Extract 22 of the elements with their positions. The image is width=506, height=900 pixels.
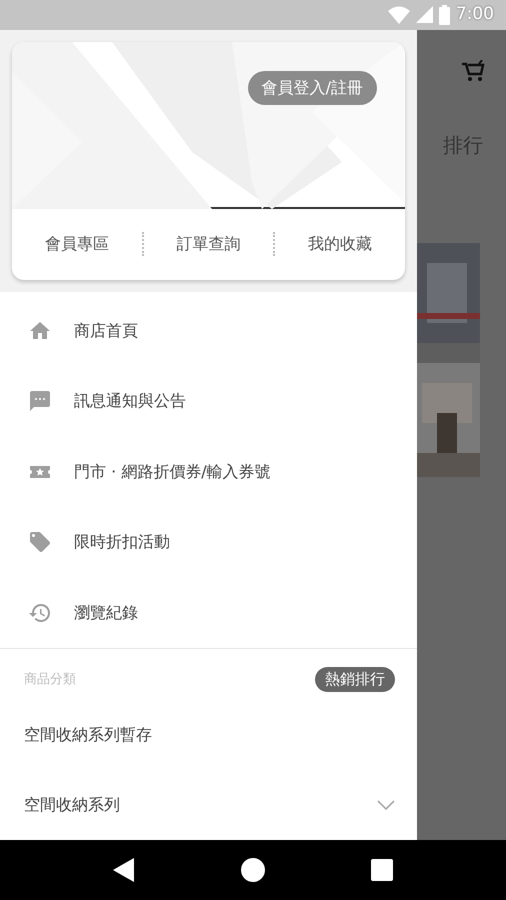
menu-item[interactable]: 訊息通知與公告 (0, 366, 417, 437)
quick-link[interactable]: 訂單查詢 (144, 232, 274, 256)
recents-icon[interactable] (371, 858, 393, 881)
category-item[interactable]: 空間收納系列 (24, 792, 120, 817)
section-header: 商品分類 (24, 670, 76, 689)
quick-link[interactable]: 會員專區 (12, 232, 142, 256)
category-item[interactable]: 空間收納系列暫存 (24, 722, 152, 747)
battery-icon (438, 4, 450, 25)
menu-item[interactable]: 限時折扣活動 (0, 507, 417, 578)
signal-icon (416, 6, 433, 24)
message-icon (28, 389, 52, 414)
menu-item[interactable]: 商店首頁 (0, 296, 417, 366)
quick-link[interactable]: 我的收藏 (275, 232, 405, 256)
menu-item[interactable]: 瀏覽紀錄 (0, 578, 417, 648)
menu-item[interactable]: 門市 · 網路折價券/輸入券號 (0, 436, 417, 508)
home-icon[interactable] (241, 858, 265, 882)
cart-icon[interactable] (461, 60, 485, 82)
clock: 7:00 (456, 3, 494, 26)
tag-icon (28, 530, 52, 554)
back-icon[interactable] (113, 858, 135, 882)
best-sellers-button[interactable]: 熱銷排行 (315, 667, 395, 692)
wifi-icon (388, 6, 410, 24)
